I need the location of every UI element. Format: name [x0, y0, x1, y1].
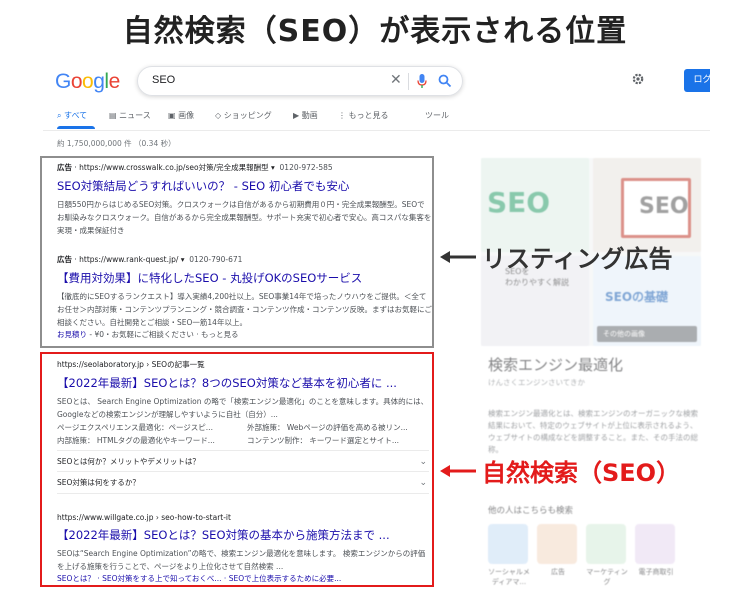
- login-button[interactable]: ログイン: [684, 69, 710, 92]
- knowledge-panel-title: 検索エンジン最適化: [488, 356, 624, 374]
- listing-ad-callout-label: リスティング広告: [482, 245, 673, 273]
- tab-label: すべて: [64, 111, 88, 120]
- tab-label: 動画: [301, 111, 318, 120]
- search-icon[interactable]: [438, 74, 452, 88]
- more-images-button[interactable]: その他の画像: [597, 326, 697, 342]
- arrow-left-icon: [440, 465, 476, 477]
- tab-shopping[interactable]: ◇ ショッピング: [215, 110, 272, 121]
- thumbnail: [586, 524, 626, 564]
- image-tile-text: SEO: [487, 186, 551, 219]
- tab-news[interactable]: ▤ ニュース: [109, 110, 151, 121]
- image-tile-text: SEO: [639, 194, 689, 219]
- knowledge-panel: SEO SEO SEOを わかりやすく解説 SEOの基礎 その他の画像 検索エン…: [481, 158, 710, 600]
- logo-letter: g: [93, 70, 105, 93]
- logo-letter: o: [70, 70, 83, 93]
- google-logo[interactable]: Google: [55, 70, 120, 94]
- thumbnail: [488, 524, 528, 564]
- related-search-item[interactable]: 広告: [537, 524, 579, 577]
- search-input[interactable]: SEO: [152, 74, 175, 86]
- header-divider: [43, 130, 710, 131]
- thumbnail: [635, 524, 675, 564]
- tab-label: ニュース: [119, 111, 151, 120]
- listing-ad-callout: リスティング広告: [440, 239, 673, 274]
- tab-videos[interactable]: ▶ 動画: [293, 110, 318, 121]
- tab-all[interactable]: ⌕ すべて: [57, 110, 87, 121]
- listing-ad-highlight-box: [40, 156, 434, 348]
- tab-label: ツール: [425, 111, 449, 120]
- result-stats: 約 1,750,000,000 件 （0.34 秒）: [57, 139, 176, 148]
- tab-label: ショッピング: [223, 111, 272, 120]
- clear-icon[interactable]: ✕: [390, 72, 402, 88]
- knowledge-panel-subtitle: けんさくエンジンさいてきか: [488, 378, 586, 387]
- organic-callout: 自然検索（SEO）: [440, 453, 680, 488]
- tab-images[interactable]: ▣ 画像: [168, 110, 194, 121]
- related-search-label: マーケティング: [586, 568, 628, 586]
- logo-letter: G: [55, 70, 71, 93]
- tab-tools[interactable]: ツール: [425, 110, 449, 121]
- page-headline: 自然検索（SEO）が表示される位置: [122, 14, 628, 49]
- active-tab-indicator: [57, 126, 95, 129]
- related-search-label: 電子商取引: [638, 568, 674, 576]
- related-search-item[interactable]: ソーシャルメディアマ...: [488, 524, 530, 587]
- search-divider: [408, 73, 409, 90]
- knowledge-panel-description: 検索エンジン最適化とは、検索エンジンのオーガニックな検索結果において、特定のウェ…: [488, 409, 698, 454]
- search-box[interactable]: SEO ✕: [137, 66, 463, 96]
- logo-letter: o: [82, 70, 94, 93]
- tab-label: もっと見る: [348, 111, 389, 120]
- tab-more[interactable]: ⋮ もっと見る: [338, 110, 389, 121]
- settings-gear-icon[interactable]: [631, 72, 645, 86]
- more-images-label: その他の画像: [603, 330, 645, 338]
- organic-callout-label: 自然検索（SEO）: [482, 459, 681, 487]
- image-tile-text: SEOの基礎: [605, 290, 669, 304]
- microphone-icon[interactable]: [417, 74, 427, 89]
- tab-label: 画像: [178, 111, 195, 120]
- thumbnail: [537, 524, 577, 564]
- related-search-item[interactable]: マーケティング: [586, 524, 628, 587]
- organic-highlight-box: [40, 352, 434, 587]
- related-search-item[interactable]: 電子商取引: [635, 524, 677, 577]
- people-also-search-heading: 他の人はこちらも検索: [488, 506, 574, 516]
- logo-letter: e: [108, 70, 121, 93]
- related-search-label: ソーシャルメディアマ...: [488, 568, 530, 586]
- related-search-label: 広告: [551, 568, 565, 576]
- arrow-left-icon: [440, 251, 476, 263]
